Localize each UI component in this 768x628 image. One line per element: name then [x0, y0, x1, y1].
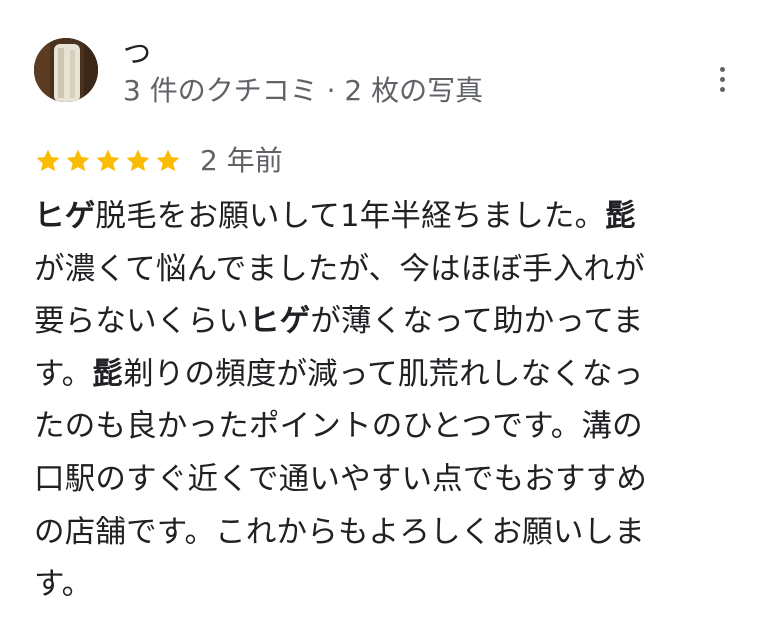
- review-line: 口駅のすぐ近くで通いやすい点でもおすすめ: [34, 454, 736, 507]
- star-icon: [126, 149, 150, 172]
- review-text-segment: 口駅のすぐ近くで通いやすい点でもおすすめ: [34, 461, 648, 497]
- review-text-segment: たのも良かったポイントのひとつです。溝の: [34, 409, 643, 445]
- review-text-segment: す。: [34, 356, 93, 392]
- more-vert-icon[interactable]: [710, 62, 734, 96]
- review-text-segment: 脱毛をお願いして1年半経ちました。: [95, 199, 606, 234]
- menu-dot: [719, 66, 725, 72]
- review-text-segment: 剃りの頻度が減って肌荒れしなくなっ: [123, 356, 644, 392]
- review-text-segment: 要らないくらい: [34, 304, 249, 340]
- star-icon: [66, 149, 90, 172]
- avatar-image: [34, 38, 98, 102]
- review-header: つ 3 件のクチコミ · 2 枚の写真: [34, 38, 734, 108]
- review-card: つ 3 件のクチコミ · 2 枚の写真 2 年前 ヒゲ脱毛をお願いして1年半経ち…: [0, 0, 768, 628]
- star-icon: [36, 149, 60, 172]
- menu-dot: [719, 76, 725, 82]
- star-rating: [34, 147, 182, 175]
- review-text-segment: の店舗です。これからもよろしくお願いしま: [34, 514, 645, 550]
- avatar[interactable]: [34, 38, 98, 102]
- review-line: 要らないくらいヒゲが薄くなって助かってま: [34, 296, 736, 349]
- highlighted-keyword: 髭: [605, 199, 636, 234]
- star-icon: [96, 149, 120, 172]
- review-line: す。髭剃りの頻度が減って肌荒れしなくなっ: [34, 349, 736, 402]
- review-line: す。: [34, 559, 736, 612]
- review-text-segment: が薄くなって助かってま: [310, 304, 644, 340]
- review-line: が濃くて悩んでましたが、今はほぼ手入れが: [34, 244, 736, 297]
- highlighted-keyword: 髭: [92, 356, 124, 392]
- review-line: たのも良かったポイントのひとつです。溝の: [34, 401, 736, 454]
- review-text-segment: が濃くて悩んでましたが、今はほぼ手入れが: [34, 251, 645, 287]
- rating-row: 2 年前: [34, 144, 283, 178]
- star-icon: [156, 149, 180, 172]
- review-date: 2 年前: [200, 144, 283, 177]
- reviewer-meta: 3 件のクチコミ · 2 枚の写真: [123, 74, 484, 107]
- reviewer-name[interactable]: つ: [123, 38, 151, 70]
- review-line: ヒゲ脱毛をお願いして1年半経ちました。髭: [34, 191, 736, 244]
- review-text-segment: す。: [34, 567, 93, 603]
- highlighted-keyword: ヒゲ: [248, 304, 311, 340]
- review-text: ヒゲ脱毛をお願いして1年半経ちました。髭 が濃くて悩んでましたが、今はほぼ手入れが…: [34, 191, 736, 612]
- highlighted-keyword: ヒゲ: [34, 199, 96, 234]
- menu-dot: [719, 86, 725, 92]
- review-line: の店舗です。これからもよろしくお願いしま: [34, 507, 736, 560]
